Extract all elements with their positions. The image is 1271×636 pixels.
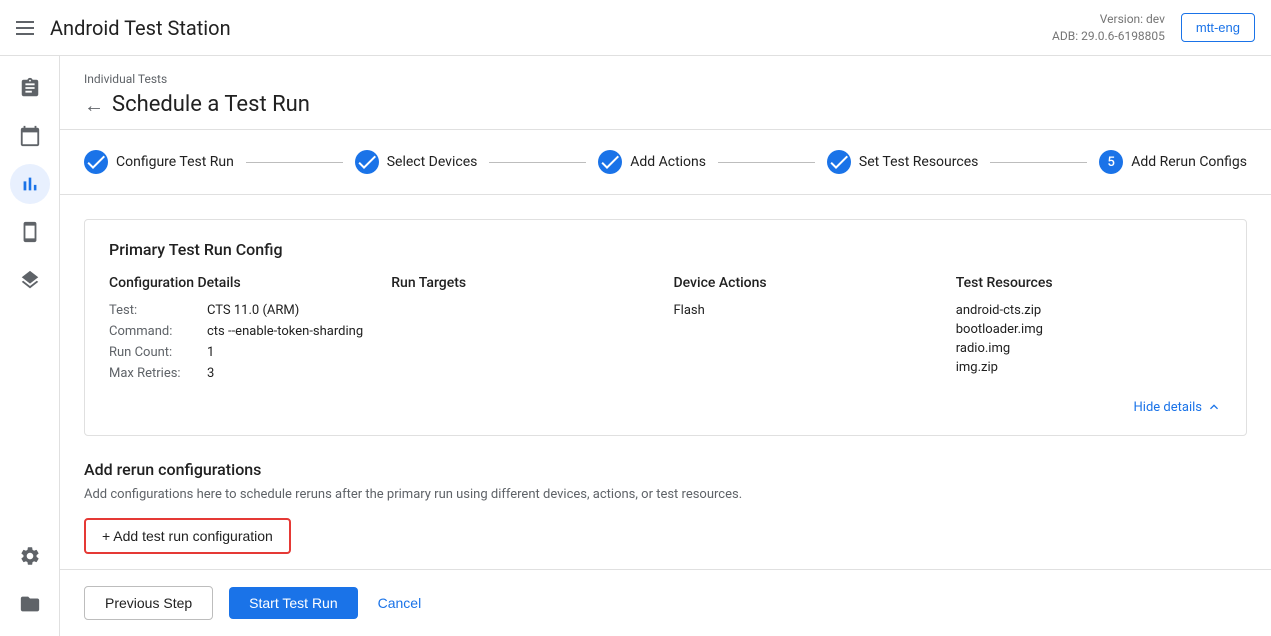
step-resources: Set Test Resources [827, 150, 978, 174]
previous-step-button[interactable]: Previous Step [84, 586, 213, 620]
step-configure: Configure Test Run [84, 150, 234, 174]
rerun-title: Add rerun configurations [84, 460, 1247, 479]
detail-maxretries-label: Max Retries: [109, 366, 199, 381]
sidebar [0, 56, 60, 636]
start-test-run-button[interactable]: Start Test Run [229, 587, 357, 619]
rerun-section: Add rerun configurations Add configurati… [84, 460, 1247, 554]
app-title: Android Test Station [50, 16, 231, 40]
step-connector-2 [489, 162, 586, 163]
detail-runcount-row: Run Count: 1 [109, 345, 375, 360]
resource-img: img.zip [956, 360, 1222, 375]
device-actions-title: Device Actions [674, 275, 940, 291]
run-targets-title: Run Targets [391, 275, 657, 291]
sidebar-item-clipboard[interactable] [10, 68, 50, 108]
step-connector-1 [246, 162, 343, 163]
device-action-flash: Flash [674, 303, 940, 318]
chevron-up-icon [1206, 399, 1222, 415]
hide-details-label: Hide details [1134, 400, 1202, 415]
step-connector-4 [990, 162, 1087, 163]
test-resources-title: Test Resources [956, 275, 1222, 291]
step-devices: Select Devices [355, 150, 478, 174]
step-actions: Add Actions [598, 150, 706, 174]
footer: Previous Step Start Test Run Cancel [60, 569, 1271, 636]
detail-command-row: Command: cts --enable-token-sharding [109, 324, 375, 339]
page-header: Individual Tests ← Schedule a Test Run [60, 56, 1271, 130]
sidebar-item-barchart[interactable] [10, 164, 50, 204]
config-card: Primary Test Run Config Configuration De… [84, 219, 1247, 436]
config-details-grid: Configuration Details Test: CTS 11.0 (AR… [109, 275, 1222, 387]
step-label-resources: Set Test Resources [859, 154, 978, 170]
hide-details-button[interactable]: Hide details [109, 399, 1222, 415]
step-label-rerun: Add Rerun Configs [1131, 154, 1247, 170]
sidebar-item-settings[interactable] [10, 536, 50, 576]
step-circle-rerun: 5 [1099, 150, 1123, 174]
detail-maxretries-row: Max Retries: 3 [109, 366, 375, 381]
detail-command-value: cts --enable-token-sharding [207, 324, 363, 339]
main-content: Individual Tests ← Schedule a Test Run C… [60, 56, 1271, 636]
step-circle-actions [598, 150, 622, 174]
config-details-section: Configuration Details Test: CTS 11.0 (AR… [109, 275, 375, 387]
step-label-devices: Select Devices [387, 154, 478, 170]
step-connector-3 [718, 162, 815, 163]
sidebar-item-folder[interactable] [10, 584, 50, 624]
cancel-button[interactable]: Cancel [374, 587, 426, 619]
detail-command-label: Command: [109, 324, 199, 339]
breadcrumb: Individual Tests [84, 72, 1247, 86]
detail-test-value: CTS 11.0 (ARM) [207, 303, 299, 318]
version-info: Version: dev ADB: 29.0.6-6198805 [1052, 11, 1165, 45]
run-targets-section: Run Targets [391, 275, 657, 387]
resource-radio: radio.img [956, 341, 1222, 356]
config-details-title: Configuration Details [109, 275, 375, 291]
resource-cts: android-cts.zip [956, 303, 1222, 318]
detail-test-row: Test: CTS 11.0 (ARM) [109, 303, 375, 318]
detail-runcount-value: 1 [207, 345, 214, 360]
rerun-description: Add configurations here to schedule reru… [84, 487, 1247, 502]
menu-icon[interactable] [16, 21, 34, 35]
resource-bootloader: bootloader.img [956, 322, 1222, 337]
step-label-actions: Add Actions [630, 154, 706, 170]
step-circle-devices [355, 150, 379, 174]
config-card-title: Primary Test Run Config [109, 240, 1222, 259]
step-circle-configure [84, 150, 108, 174]
sidebar-item-phone[interactable] [10, 212, 50, 252]
step-label-configure: Configure Test Run [116, 154, 234, 170]
detail-test-label: Test: [109, 303, 199, 318]
sidebar-item-layers[interactable] [10, 260, 50, 300]
add-config-button[interactable]: + Add test run configuration [84, 518, 291, 554]
test-resources-section: Test Resources android-cts.zip bootloade… [956, 275, 1222, 387]
step-circle-resources [827, 150, 851, 174]
sidebar-item-calendar[interactable] [10, 116, 50, 156]
detail-runcount-label: Run Count: [109, 345, 199, 360]
stepper: Configure Test Run Select Devices Add Ac… [60, 130, 1271, 195]
profile-button[interactable]: mtt-eng [1181, 13, 1255, 42]
page-title: Schedule a Test Run [112, 92, 310, 117]
topbar: Android Test Station Version: dev ADB: 2… [0, 0, 1271, 56]
step-rerun: 5 Add Rerun Configs [1099, 150, 1247, 174]
device-actions-section: Device Actions Flash [674, 275, 940, 387]
back-button[interactable]: ← [84, 95, 104, 115]
detail-maxretries-value: 3 [207, 366, 214, 381]
body-content: Primary Test Run Config Configuration De… [60, 195, 1271, 569]
